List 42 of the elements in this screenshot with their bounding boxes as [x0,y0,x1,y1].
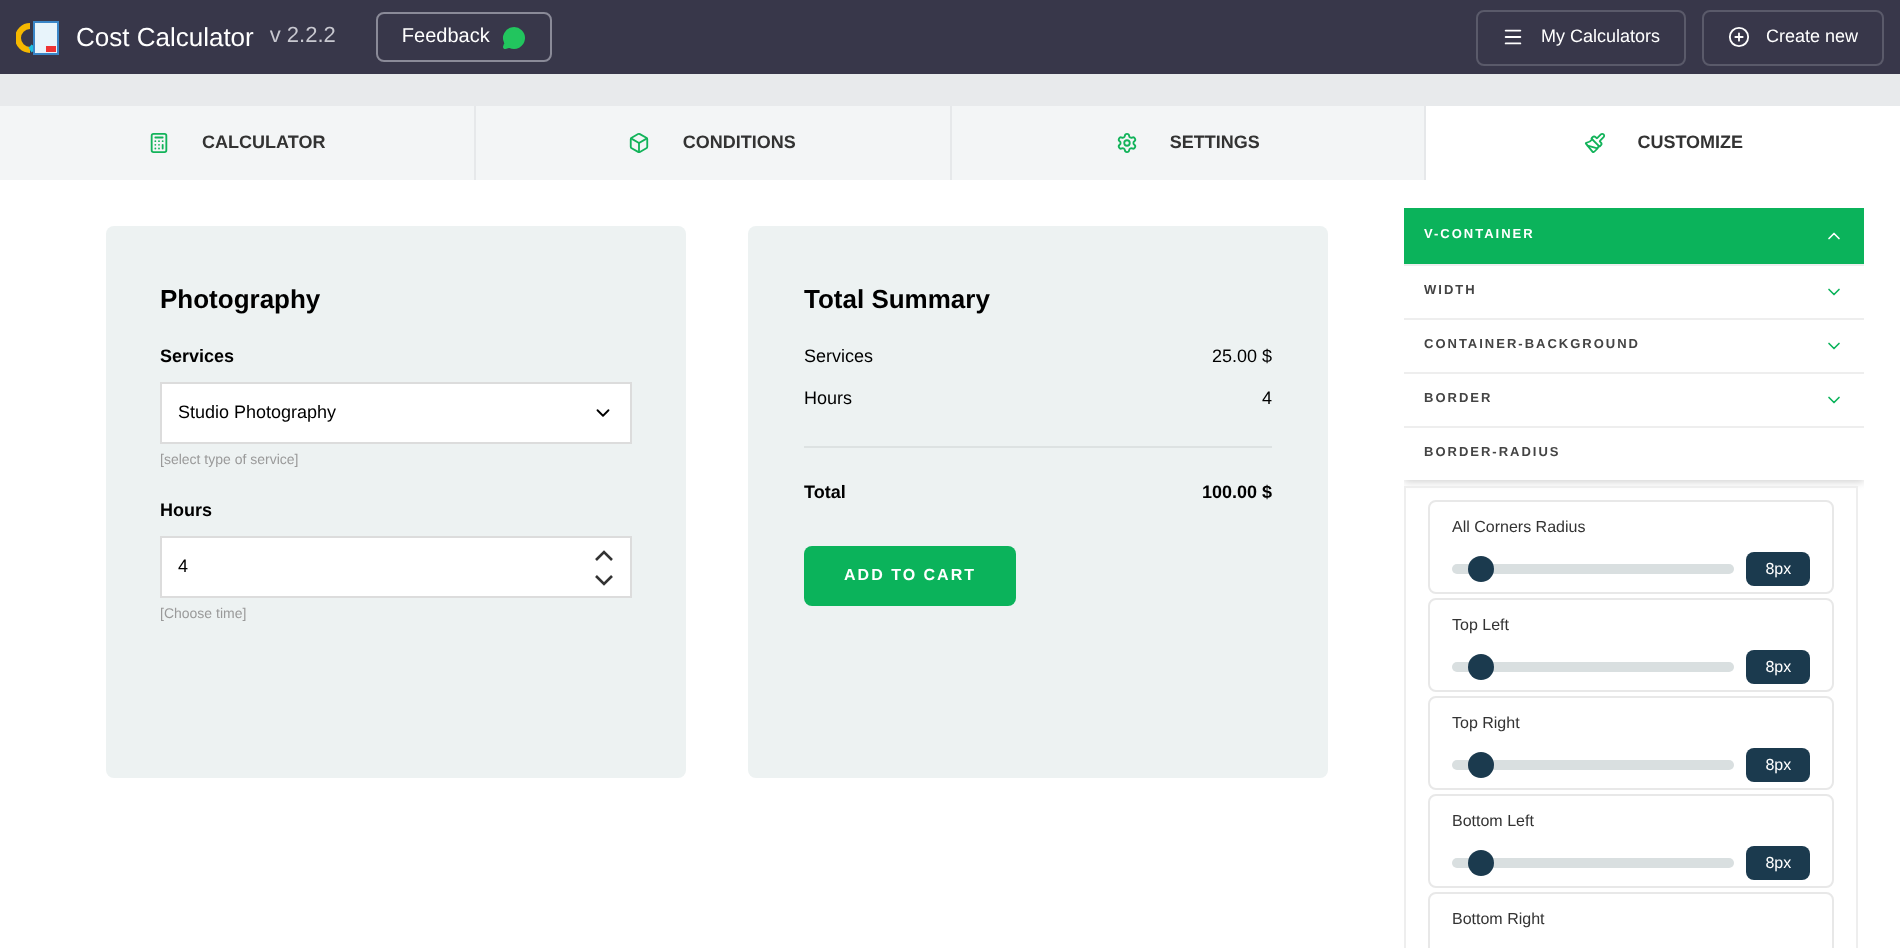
my-calculators-button[interactable]: My Calculators [1476,9,1686,65]
slider-value: 8px [1746,552,1810,586]
hours-input[interactable]: 4 [160,536,632,598]
feedback-button[interactable]: Feedback [375,12,552,62]
total-label: Total [804,479,846,505]
summary-title: Total Summary [804,282,992,318]
calculator-title: Photography [160,282,323,318]
slider-thumb[interactable] [1468,850,1495,876]
field-label: Hours [160,497,215,523]
summary-label: Services [804,343,874,369]
tab[interactable]: CONDITIONS [475,106,951,180]
summary-value: 25.00 $ [1211,343,1272,369]
summary-value: 4 [1261,386,1272,412]
slider-label: Bottom Right [1452,910,1547,930]
slider-thumb[interactable] [1468,752,1495,778]
create-new-button[interactable]: Create new [1701,9,1884,65]
slider-label: Bottom Left [1452,812,1536,832]
total-value: 100.00 $ [1201,479,1272,505]
brush-icon [1583,132,1606,154]
slider-value: 8px [1746,846,1810,880]
menu-icon [1502,26,1525,48]
tab[interactable]: SETTINGS [951,106,1427,180]
calculator-logo-icon [16,19,60,55]
slider-label: Top Left [1452,616,1511,636]
slider-value: 8px [1746,650,1810,684]
field-label: Services [160,343,237,369]
slider-label: Top Right [1452,714,1522,734]
summary-label: Hours [804,386,853,412]
version-label: v 2.2.2 [269,22,336,53]
cube-icon [628,132,651,154]
service-select[interactable]: Studio Photography [160,382,632,444]
slider-thumb[interactable] [1468,556,1495,582]
slider-value: 8px [1746,748,1810,782]
slider-label: All Corners Radius [1452,518,1588,538]
calculator-icon [148,132,171,154]
app-name: Cost Calculator [76,19,254,56]
plus-icon [1727,26,1750,48]
stepper-icon [594,547,614,587]
tab[interactable]: CALCULATOR [0,106,476,180]
chat-icon [501,25,526,49]
settings-icon [1115,132,1138,154]
slider-thumb[interactable] [1468,654,1495,680]
